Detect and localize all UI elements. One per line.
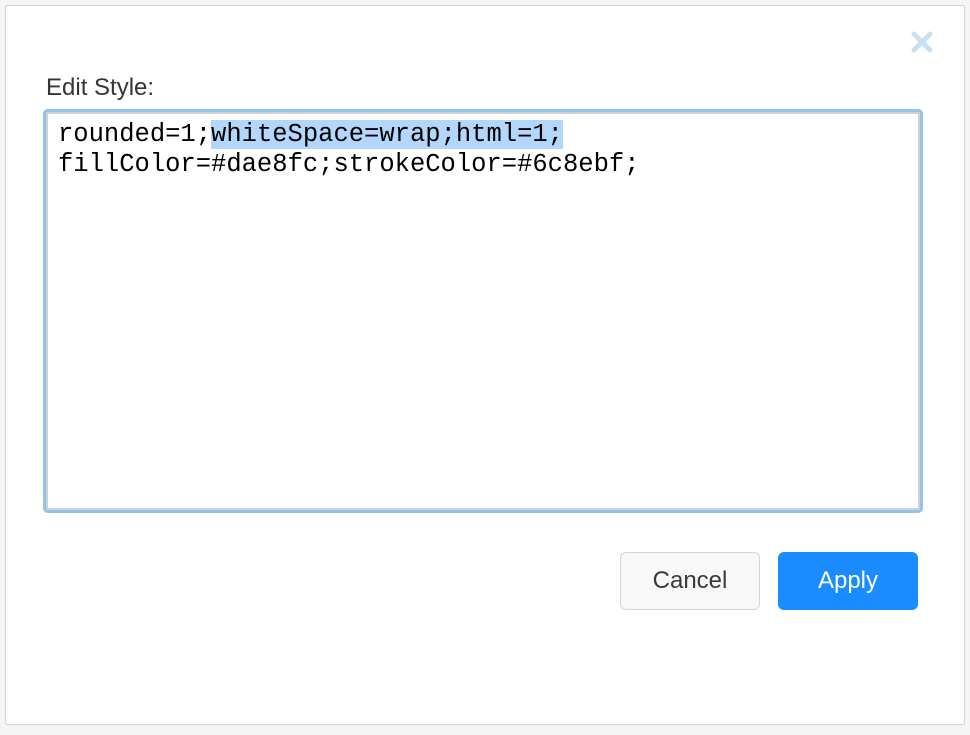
apply-button[interactable]: Apply [778, 552, 918, 610]
dialog-title-label: Edit Style: [46, 74, 924, 102]
style-text-after-selection: fillColor=#dae8fc;strokeColor=#6c8ebf; [58, 150, 640, 179]
style-text-before-selection: rounded=1; [58, 120, 211, 149]
cancel-button[interactable]: Cancel [620, 552, 760, 610]
dialog-button-row: Cancel Apply [46, 552, 924, 610]
style-text-content: rounded=1;whiteSpace=wrap;html=1;fillCol… [48, 114, 918, 508]
close-button[interactable] [906, 26, 938, 58]
style-textarea[interactable]: rounded=1;whiteSpace=wrap;html=1;fillCol… [46, 112, 920, 510]
close-icon [910, 30, 934, 54]
style-text-selection: whiteSpace=wrap;html=1; [211, 120, 563, 149]
edit-style-dialog: Edit Style: rounded=1;whiteSpace=wrap;ht… [5, 5, 965, 725]
